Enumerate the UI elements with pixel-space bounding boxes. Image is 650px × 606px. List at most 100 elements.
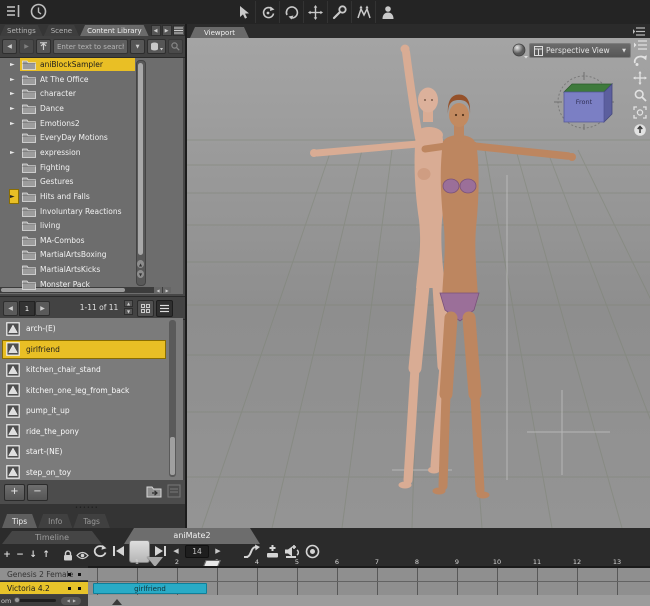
node-select-tool-icon[interactable] — [232, 1, 255, 23]
track-flags[interactable] — [68, 587, 81, 590]
track-label-victoria-4-2[interactable]: Victoria 4.2 — [0, 582, 88, 595]
tab-scene[interactable]: Scene — [44, 25, 79, 36]
frame-number-field[interactable]: 14 — [185, 545, 209, 558]
pane-dock-icon[interactable] — [6, 4, 22, 18]
search-input[interactable] — [53, 39, 128, 54]
frame-view-icon[interactable] — [633, 106, 647, 119]
track-add-button[interactable]: + — [2, 549, 12, 561]
tree-item-character[interactable]: ►character — [0, 87, 171, 100]
lock-icon[interactable] — [63, 550, 73, 561]
spinner-down-icon[interactable]: ▼ — [124, 308, 133, 315]
timeline-hscroll-area[interactable] — [88, 595, 650, 606]
remove-button[interactable]: − — [27, 484, 48, 501]
tree-item-aniblocksampler[interactable]: ►aniBlockSampler — [0, 58, 171, 71]
file-list-scrollbar-thumb[interactable] — [170, 437, 175, 475]
options-icon[interactable] — [167, 484, 181, 498]
view-select-dropdown[interactable]: Perspective View ▼ — [529, 43, 631, 58]
skip-to-start-button[interactable] — [112, 545, 125, 557]
grid-view-icon[interactable] — [137, 300, 154, 317]
file-item-arch-e[interactable]: arch-(E) — [0, 319, 166, 338]
frame-prev-button[interactable]: ◀ — [171, 547, 181, 555]
browse-folder-icon[interactable] — [146, 484, 163, 498]
tab-viewport[interactable]: Viewport — [190, 27, 249, 38]
aim-view-icon[interactable] — [633, 123, 647, 137]
expander-icon[interactable]: ► — [10, 190, 18, 203]
tree-item-emotions2[interactable]: ►Emotions2 — [0, 117, 171, 130]
tree-item-involuntary-reactions[interactable]: Involuntary Reactions — [0, 205, 171, 218]
expander-icon[interactable]: ► — [10, 117, 18, 130]
tab-content-library[interactable]: Content Library — [80, 25, 149, 36]
tab-settings[interactable]: Settings — [0, 25, 43, 36]
view-cube[interactable]: Front — [552, 72, 616, 130]
track-row-genesis-2-female[interactable] — [88, 568, 650, 582]
add-button[interactable]: + — [4, 484, 25, 501]
viewport-3d[interactable]: Perspective View ▼ Front — [187, 38, 650, 528]
page-number-field[interactable]: 1 — [19, 301, 35, 316]
expander-icon[interactable]: ► — [10, 146, 18, 159]
tree-item-expression[interactable]: ►expression — [0, 146, 171, 159]
panel-drag-handle[interactable]: •••••• — [75, 505, 99, 511]
figure-tool-icon[interactable] — [375, 1, 399, 23]
tree-item-martialartsboxing[interactable]: MartialArtsBoxing — [0, 248, 171, 261]
tab-tips[interactable]: Tips — [2, 514, 37, 528]
expander-icon[interactable]: ► — [10, 73, 18, 86]
tab-scroll-left-icon[interactable]: ◀ — [151, 25, 161, 36]
track-move-down-button[interactable]: ↓ — [28, 549, 38, 561]
file-list-scrollbar[interactable] — [169, 320, 176, 477]
tree-item-living[interactable]: living — [0, 219, 171, 232]
pan-view-icon[interactable] — [633, 71, 647, 85]
tree-item-martialartskicks[interactable]: MartialArtsKicks — [0, 263, 171, 276]
add-audio-button[interactable] — [284, 544, 301, 558]
file-item-kitchen-chair-stand[interactable]: kitchen_chair_stand — [0, 360, 166, 379]
search-icon[interactable] — [168, 39, 183, 54]
nav-back-button[interactable]: ◀ — [2, 39, 17, 54]
expander-icon[interactable]: ► — [10, 87, 18, 100]
file-item-start-ne[interactable]: start-(NE) — [0, 442, 166, 461]
tab-tags[interactable]: Tags — [73, 514, 110, 528]
search-dropdown-icon[interactable]: ▼ — [130, 39, 145, 54]
app-logo-icon[interactable] — [30, 3, 47, 20]
page-size-spinner[interactable]: ▲ ▼ — [124, 300, 133, 315]
tab-info[interactable]: Info — [38, 514, 72, 528]
curves-button[interactable] — [243, 544, 261, 559]
pose-tool-icon[interactable] — [327, 1, 351, 23]
expander-icon[interactable]: ► — [10, 102, 18, 115]
track-remove-button[interactable]: − — [15, 549, 25, 561]
list-view-icon[interactable] — [156, 300, 173, 317]
tab-list-icon[interactable] — [173, 25, 185, 36]
tree-item-gestures[interactable]: Gestures — [0, 175, 171, 188]
track-label-genesis-2-female[interactable]: Genesis 2 Female — [0, 568, 88, 581]
spinner-up-icon[interactable]: ▲ — [124, 300, 133, 307]
file-item-pump-it-up[interactable]: pump_it_up — [0, 401, 166, 420]
tree-item-fighting[interactable]: Fighting — [0, 161, 171, 174]
zoom-in-icon[interactable]: ▶ — [73, 598, 76, 603]
skip-to-end-button[interactable] — [154, 545, 167, 557]
zoom-slider-handle[interactable] — [14, 597, 20, 603]
page-prev-button[interactable]: ◀ — [3, 301, 18, 316]
file-item-girlfriend[interactable]: girlfriend — [0, 340, 166, 359]
zoom-view-icon[interactable] — [634, 89, 647, 102]
database-icon[interactable] — [147, 39, 166, 54]
scale-tool-icon[interactable] — [351, 1, 375, 23]
translate-tool-icon[interactable] — [303, 1, 327, 23]
zoom-slider[interactable] — [14, 599, 56, 602]
pane-options-icon[interactable] — [634, 40, 647, 50]
tree-item-at-the-office[interactable]: ►At The Office — [0, 73, 171, 86]
file-item-step-on-toy[interactable]: step_on_toy — [0, 463, 166, 481]
tab-timeline[interactable]: Timeline — [2, 531, 102, 544]
nav-forward-button[interactable]: ▶ — [19, 39, 34, 54]
tree-item-dance[interactable]: ►Dance — [0, 102, 171, 115]
timeline-tracks[interactable]: girlfriend — [88, 566, 650, 596]
tree-item-everyday-motions[interactable]: EveryDay Motions — [0, 131, 171, 144]
tree-item-hits-and-falls[interactable]: ►Hits and Falls — [0, 190, 171, 203]
draw-style-sphere-icon[interactable] — [512, 43, 529, 59]
add-block-button[interactable] — [265, 544, 280, 559]
go-up-button[interactable] — [36, 39, 51, 54]
loop-button[interactable] — [92, 544, 108, 559]
viewport-pane-menu-icon[interactable] — [633, 27, 645, 36]
tab-scroll-right-icon[interactable]: ▶ — [162, 25, 172, 36]
frame-next-button[interactable]: ▶ — [213, 547, 223, 555]
orbit-tool-icon[interactable] — [255, 1, 279, 23]
file-item-ride-the-pony[interactable]: ride_the_pony — [0, 422, 166, 441]
zoom-reset-control[interactable]: ◀ ▶ — [61, 597, 81, 605]
